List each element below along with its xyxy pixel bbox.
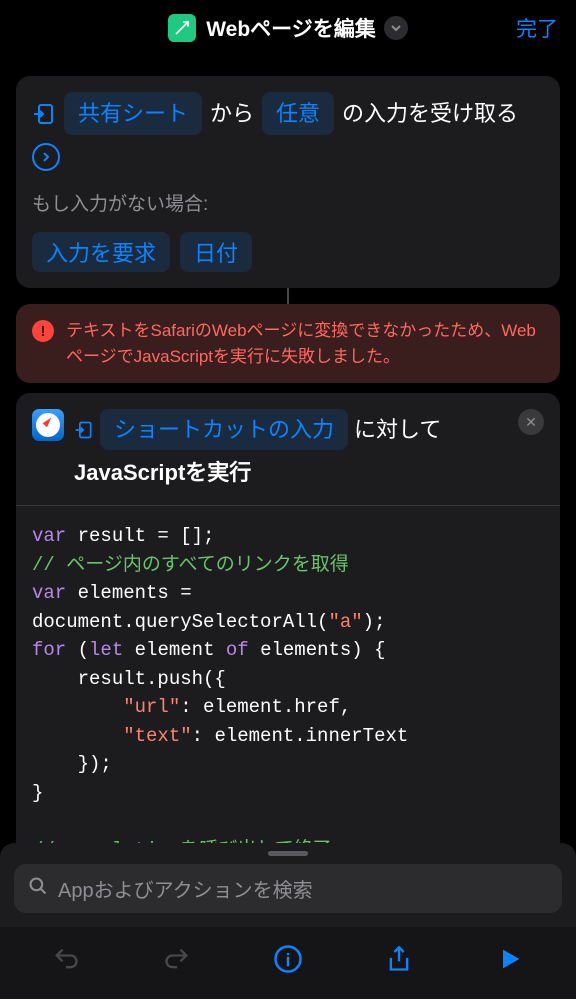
receive-input-icon: [32, 102, 56, 126]
chevron-down-icon[interactable]: [384, 16, 408, 40]
receive-text: の入力を受け取る: [342, 96, 518, 131]
js-title: ショートカットの入力 に対して JavaScriptを実行: [74, 409, 508, 489]
error-message: テキストをSafariのWebページに変換できなかったため、WebページでJav…: [66, 318, 544, 369]
input-trigger-line: 共有シート から 任意 の入力を受け取る: [32, 92, 544, 171]
page-title: Webページを編集: [206, 13, 376, 43]
done-button[interactable]: 完了: [516, 13, 558, 43]
close-icon[interactable]: ✕: [518, 409, 544, 435]
play-button[interactable]: [492, 941, 528, 977]
fallback-pills: 入力を要求 日付: [32, 232, 544, 272]
against-text: に対して: [354, 413, 441, 446]
bottom-sheet: Appおよびアクションを検索: [0, 843, 576, 999]
run-javascript-card: ショートカットの入力 に対して JavaScriptを実行 ✕ var resu…: [16, 393, 560, 880]
from-text: から: [210, 96, 254, 131]
search-bar[interactable]: Appおよびアクションを検索: [14, 864, 562, 913]
redo-button[interactable]: [159, 941, 195, 977]
shortcut-app-icon: [168, 14, 196, 42]
input-link-icon: [74, 420, 94, 440]
connector-line: [287, 288, 289, 304]
code-editor[interactable]: var result = []; // ページ内のすべてのリンクを取得 var …: [16, 506, 560, 880]
expand-icon[interactable]: [32, 143, 60, 171]
error-icon: !: [32, 320, 54, 342]
header: Webページを編集 完了: [0, 0, 576, 56]
date-pill[interactable]: 日付: [180, 232, 252, 272]
toolbar: [0, 927, 576, 999]
share-button[interactable]: [381, 941, 417, 977]
js-card-header: ショートカットの入力 に対して JavaScriptを実行 ✕: [16, 393, 560, 505]
shortcut-input-pill[interactable]: ショートカットの入力: [100, 409, 348, 450]
search-placeholder: Appおよびアクションを検索: [58, 874, 313, 903]
search-icon: [28, 876, 48, 901]
any-pill[interactable]: 任意: [262, 92, 334, 135]
info-button[interactable]: [270, 941, 306, 977]
undo-button[interactable]: [48, 941, 84, 977]
share-sheet-pill[interactable]: 共有シート: [64, 92, 202, 135]
ask-input-pill[interactable]: 入力を要求: [32, 232, 170, 272]
safari-icon: [32, 409, 64, 441]
error-banner: ! テキストをSafariのWebページに変換できなかったため、WebページでJ…: [16, 304, 560, 383]
drag-handle[interactable]: [268, 851, 308, 856]
if-no-input-label: もし入力がない場合:: [32, 189, 544, 216]
input-trigger-card: 共有シート から 任意 の入力を受け取る もし入力がない場合: 入力を要求 日付: [16, 76, 560, 288]
content-area: 共有シート から 任意 の入力を受け取る もし入力がない場合: 入力を要求 日付…: [0, 56, 576, 880]
run-js-text: JavaScriptを実行: [74, 456, 251, 489]
